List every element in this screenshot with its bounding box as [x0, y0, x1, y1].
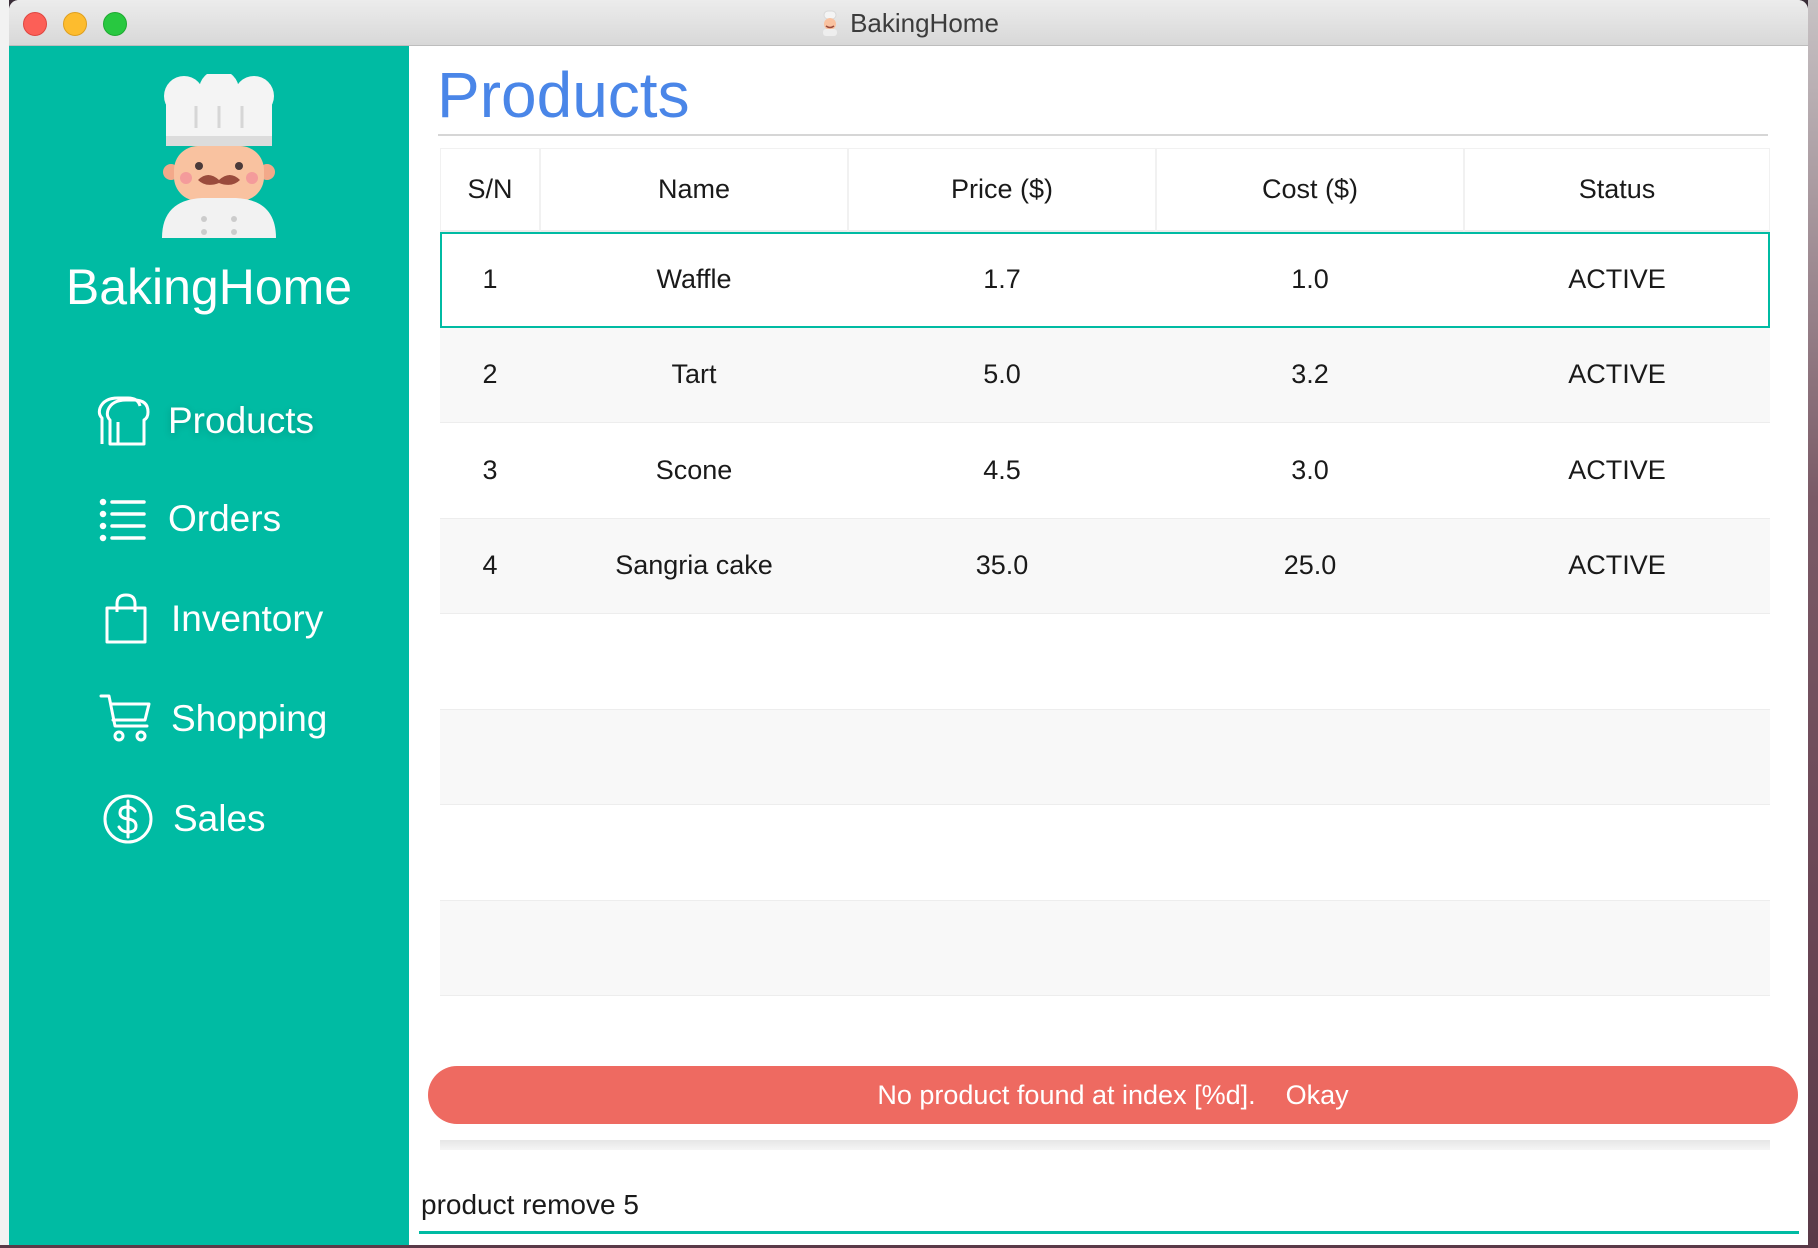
- cell-sn: 1: [482, 263, 498, 294]
- cell-name: Sangria cake: [615, 550, 773, 581]
- table-body: 1 Waffle 1.7 1.0 ACTIVE 2 Tart 5.0 3.2 A…: [440, 232, 1770, 1092]
- column-header-cost[interactable]: Cost ($): [1156, 148, 1464, 232]
- empty-table-row: [440, 614, 1770, 710]
- cell-sn: 2: [482, 359, 498, 390]
- bread-icon: [97, 396, 150, 446]
- brand-name: BakingHome: [65, 259, 353, 315]
- cell-price: 4.5: [983, 454, 1021, 485]
- main-content: Products S/N Name Price ($) Cost ($) Sta…: [409, 46, 1808, 1245]
- sidebar-item-products[interactable]: Products: [96, 394, 314, 448]
- cell-price: 35.0: [975, 550, 1029, 581]
- column-header-price[interactable]: Price ($): [848, 148, 1156, 232]
- sidebar: BakingHome Products Orders Inventory Sho…: [9, 46, 409, 1245]
- table-row[interactable]: 4 Sangria cake 35.0 25.0 ACTIVE: [440, 518, 1770, 614]
- sidebar-item-sales[interactable]: Sales: [101, 792, 266, 846]
- page-title: Products: [437, 59, 690, 131]
- empty-table-row: [440, 805, 1770, 901]
- chef-logo-icon: [162, 74, 276, 238]
- window-title: BakingHome: [850, 7, 999, 38]
- error-toast: No product found at index [%d]. Okay: [428, 1066, 1798, 1124]
- window-title-group: BakingHome: [9, 0, 1808, 46]
- sidebar-item-label: Sales: [173, 798, 266, 839]
- desktop-background-right: [1808, 0, 1818, 1248]
- cell-name: Waffle: [656, 263, 732, 294]
- chef-app-icon: [823, 10, 838, 36]
- cell-price: 1.7: [983, 263, 1021, 294]
- cell-name: Tart: [671, 359, 717, 390]
- cell-name: Scone: [655, 454, 733, 485]
- sidebar-item-inventory[interactable]: Inventory: [99, 592, 323, 646]
- bag-icon: [105, 593, 147, 644]
- sidebar-item-label: Inventory: [171, 598, 324, 639]
- empty-table-row: [440, 709, 1770, 805]
- table-bottom-edge: [440, 1140, 1770, 1150]
- app-window: BakingHome BakingHome Products Orders In…: [9, 0, 1808, 1245]
- cell-status: ACTIVE: [1568, 550, 1666, 581]
- cell-cost: 3.2: [1291, 359, 1329, 390]
- title-divider: [438, 134, 1768, 136]
- cell-sn: 3: [482, 454, 498, 485]
- desktop-background-left: [0, 0, 9, 1248]
- cell-cost: 1.0: [1291, 263, 1329, 294]
- toast-message: No product found at index [%d].: [877, 1079, 1256, 1110]
- sidebar-item-shopping[interactable]: Shopping: [99, 692, 327, 746]
- sidebar-item-label: Products: [168, 400, 315, 441]
- toast-okay-button[interactable]: Okay: [1286, 1080, 1349, 1111]
- cell-cost: 3.0: [1291, 454, 1329, 485]
- list-icon: [99, 498, 146, 542]
- table-row[interactable]: 1 Waffle 1.7 1.0 ACTIVE: [440, 232, 1770, 328]
- cell-status: ACTIVE: [1568, 454, 1666, 485]
- cell-sn: 4: [482, 550, 498, 581]
- dollar-icon: [103, 794, 153, 844]
- empty-table-row: [440, 900, 1770, 996]
- column-header-sn[interactable]: S/N: [440, 148, 540, 232]
- sidebar-item-label: Orders: [168, 498, 282, 539]
- command-input[interactable]: [419, 1178, 1799, 1234]
- products-table: S/N Name Price ($) Cost ($) Status 1 Waf…: [440, 148, 1770, 1148]
- cart-icon: [99, 694, 151, 742]
- column-header-status[interactable]: Status: [1464, 148, 1770, 232]
- column-header-name[interactable]: Name: [540, 148, 848, 232]
- cell-price: 5.0: [983, 359, 1021, 390]
- sidebar-item-label: Shopping: [171, 698, 328, 739]
- table-row[interactable]: 3 Scone 4.5 3.0 ACTIVE: [440, 423, 1770, 519]
- table-row[interactable]: 2 Tart 5.0 3.2 ACTIVE: [440, 327, 1770, 423]
- sidebar-item-orders[interactable]: Orders: [96, 492, 281, 546]
- cell-status: ACTIVE: [1568, 263, 1666, 294]
- title-bar: BakingHome: [9, 0, 1808, 46]
- table-header: S/N Name Price ($) Cost ($) Status: [440, 148, 1770, 232]
- cell-status: ACTIVE: [1568, 359, 1666, 390]
- cell-cost: 25.0: [1283, 550, 1337, 581]
